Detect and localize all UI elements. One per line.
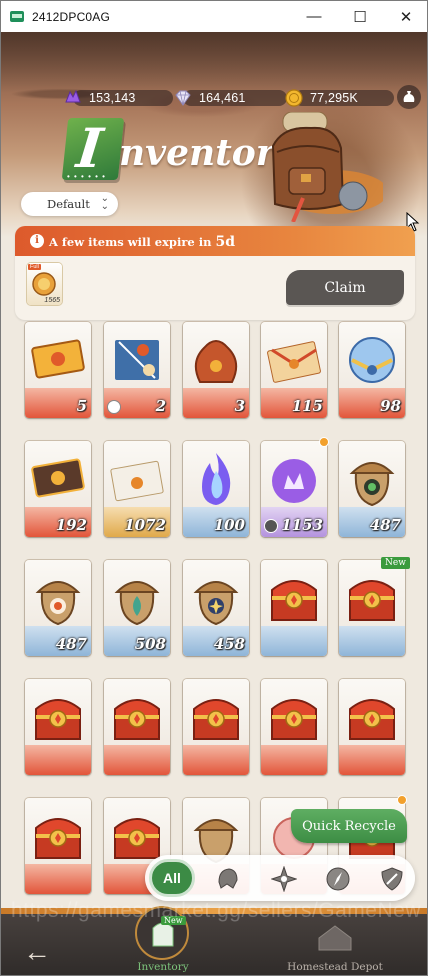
acorn-red-icon — [35, 581, 81, 626]
shield-icon[interactable] — [379, 866, 405, 892]
purple-crystal-icon — [65, 89, 81, 103]
envelope-white-icon — [110, 460, 164, 502]
lock-icon — [107, 400, 121, 414]
compass-icon[interactable] — [325, 866, 351, 892]
window-title: 2412DPC0AG — [32, 9, 111, 24]
inventory-item[interactable] — [261, 560, 327, 656]
chest-icon — [271, 580, 317, 621]
inventory-item[interactable] — [261, 679, 327, 775]
game-viewport: 153,143 164,461 77,295K I nventory • • •… — [1, 32, 427, 975]
item-count: 458 — [213, 635, 245, 653]
flame-purple-icon — [272, 459, 316, 503]
inventory-item[interactable]: 487 — [25, 560, 91, 656]
ticket-orange-icon — [31, 339, 85, 379]
crystal-orb-icon — [349, 337, 395, 383]
map-scroll-icon — [115, 340, 159, 380]
currency-gold[interactable]: 77,295K — [284, 88, 394, 108]
shuriken-icon[interactable] — [271, 866, 297, 892]
sort-dropdown[interactable]: Default ⌄ ⌄ — [21, 192, 118, 216]
item-count: 487 — [369, 516, 401, 534]
inventory-item[interactable]: 458 — [183, 560, 249, 656]
sack-icon — [194, 340, 238, 383]
flame-blue-icon — [202, 453, 231, 505]
title-bar: 2412DPC0AG — ☐ ✕ — [1, 1, 427, 32]
claim-button[interactable]: Claim — [286, 270, 404, 305]
chest-icon — [193, 699, 239, 740]
currency-diamond[interactable]: 164,461 — [173, 88, 287, 108]
house-icon — [318, 925, 352, 951]
acorn-teal-icon — [114, 581, 160, 626]
new-badge: New — [381, 557, 410, 569]
minimize-button[interactable]: — — [291, 1, 337, 32]
watermark: https://gamesmarket.gg/sellers/GameNew — [11, 899, 421, 922]
inventory-item[interactable] — [25, 679, 91, 775]
backpack-illustration — [271, 112, 383, 222]
info-icon: i — [30, 234, 44, 248]
expire-message: A few items will expire in 5d — [49, 234, 235, 250]
notification-dot — [319, 437, 329, 447]
category-filter-bar: All — [145, 855, 415, 901]
maximize-button[interactable]: ☐ — [337, 1, 383, 32]
inventory-item[interactable]: 3 — [183, 322, 249, 418]
acorn-green-icon — [349, 462, 395, 507]
inventory-item[interactable]: 192 — [25, 441, 91, 537]
close-button[interactable]: ✕ — [383, 1, 427, 32]
chest-icon — [114, 699, 160, 740]
currency-crystal[interactable]: 153,143 — [63, 88, 173, 108]
gold-coin-icon — [285, 89, 303, 107]
expiring-items-panel: i A few items will expire in 5d Full 156… — [15, 226, 415, 320]
plus-icon — [264, 519, 278, 533]
chest-icon — [349, 699, 395, 740]
inventory-item[interactable]: 5 — [25, 322, 91, 418]
tab-homestead-depot[interactable]: Homestead Depot — [275, 918, 395, 975]
acorn-star-icon — [193, 581, 239, 626]
chevron-down-icon: ⌄ ⌄ — [100, 193, 109, 212]
item-count: 1072 — [124, 516, 166, 534]
chest-icon — [349, 580, 395, 621]
inventory-item[interactable]: 1153 — [261, 441, 327, 537]
inventory-item[interactable] — [104, 679, 170, 775]
inventory-item[interactable] — [339, 679, 405, 775]
inventory-item[interactable] — [339, 560, 405, 656]
inventory-item[interactable]: 487 — [339, 441, 405, 537]
item-count: 1153 — [281, 516, 323, 534]
envelope-gold-icon — [267, 341, 321, 383]
money-bag-icon — [403, 91, 415, 102]
expiring-item[interactable]: Full 1565 — [27, 263, 62, 305]
item-count: 98 — [380, 397, 401, 415]
inventory-item[interactable]: 100 — [183, 441, 249, 537]
notification-dot — [397, 795, 407, 805]
item-count: 487 — [55, 635, 87, 653]
inventory-item[interactable]: 1072 — [104, 441, 170, 537]
item-count: 5 — [76, 397, 87, 415]
inventory-item[interactable]: 508 — [104, 560, 170, 656]
back-arrow-button[interactable]: ← — [23, 936, 51, 968]
inventory-item[interactable] — [25, 798, 91, 894]
app-icon — [10, 11, 24, 22]
chest-icon — [271, 699, 317, 740]
money-bag-button[interactable] — [397, 85, 421, 109]
ticket-dark-icon — [31, 458, 85, 498]
item-count: 100 — [213, 516, 245, 534]
item-count: 2 — [155, 397, 166, 415]
filter-all-button[interactable]: All — [149, 859, 195, 897]
chest-icon — [35, 818, 81, 859]
helmet-icon[interactable] — [215, 866, 241, 892]
item-count: 508 — [134, 635, 166, 653]
tab-inventory[interactable]: New Inventory — [103, 906, 223, 975]
page-title: I nventory • • • • • • — [61, 114, 296, 194]
inventory-item[interactable]: 2 — [104, 322, 170, 418]
item-count: 192 — [55, 516, 87, 534]
inventory-item[interactable]: 98 — [339, 322, 405, 418]
chest-icon — [35, 699, 81, 740]
item-count: 3 — [234, 397, 245, 415]
quick-recycle-button[interactable]: Quick Recycle — [291, 809, 407, 843]
inventory-item[interactable] — [183, 679, 249, 775]
inventory-item[interactable]: 115 — [261, 322, 327, 418]
item-count: 115 — [291, 397, 323, 415]
diamond-icon — [175, 90, 191, 106]
app-window: 2412DPC0AG — ☐ ✕ 153,143 164,461 77,295K — [0, 0, 428, 976]
